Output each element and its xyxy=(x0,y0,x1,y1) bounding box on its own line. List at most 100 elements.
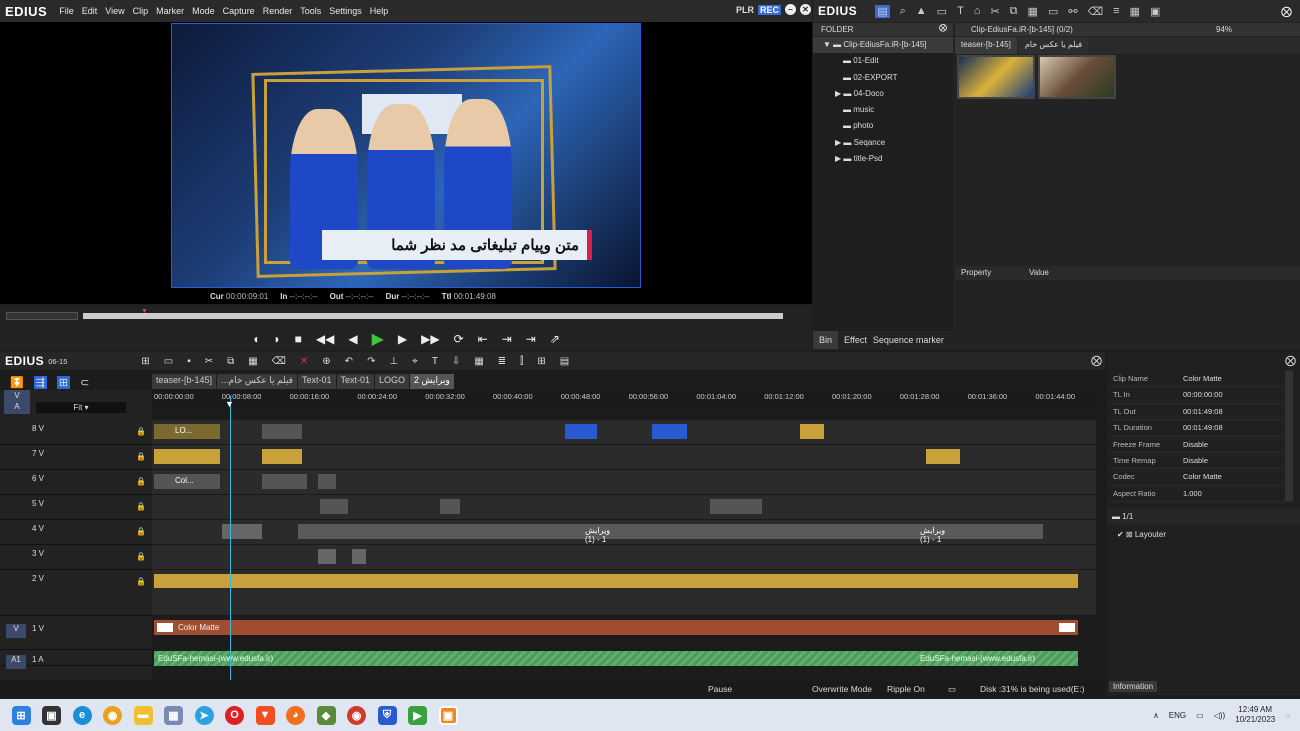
network-icon[interactable]: ▭ xyxy=(1196,711,1204,720)
play-icon[interactable]: ▶ xyxy=(372,329,384,349)
menu-view[interactable]: View xyxy=(101,6,128,16)
va-selector[interactable]: VA xyxy=(4,390,30,414)
audio-clip[interactable]: EduSFa-hemasi-(www.edusfa.ir) EduSFa-hem… xyxy=(154,651,1078,666)
track-header[interactable]: 2 V 🔒 xyxy=(0,570,152,616)
sequence-settings-icon[interactable]: ⊞ xyxy=(141,356,149,367)
timeline-clip[interactable] xyxy=(926,449,960,464)
cut-icon[interactable]: ✂ xyxy=(205,356,213,367)
menu-clip[interactable]: Clip xyxy=(129,6,153,16)
title-icon[interactable]: T xyxy=(957,5,964,17)
menu-edit[interactable]: Edit xyxy=(78,6,102,16)
timeline-clip[interactable] xyxy=(262,449,302,464)
lock-icon[interactable]: 🔒 xyxy=(136,552,146,561)
trash-icon[interactable]: ⌫ xyxy=(272,356,286,367)
step-forward-icon[interactable]: ▶ xyxy=(398,332,407,346)
opera-icon[interactable]: O xyxy=(225,705,244,725)
folder-item-root[interactable]: ▼ ▬ Clip-EdiusFa.iR-[b-145] xyxy=(813,37,953,54)
menu-file[interactable]: File xyxy=(55,6,78,16)
timeline-clip[interactable] xyxy=(262,424,302,439)
timeline-clip[interactable] xyxy=(440,499,460,514)
seq-tab[interactable]: teaser-[b-145] xyxy=(152,374,217,389)
track-header[interactable]: 5 V 🔒 xyxy=(0,495,152,520)
notification-icon[interactable]: ◌ xyxy=(1285,711,1290,720)
firefox-icon[interactable]: ◕ xyxy=(286,705,305,725)
copy-icon[interactable]: ⧉ xyxy=(227,356,234,367)
bin-close-icon[interactable]: ⨂ xyxy=(1281,5,1292,18)
delete-icon[interactable]: ⌫ xyxy=(1088,5,1104,18)
timeline-clip[interactable] xyxy=(800,424,824,439)
folder-item[interactable]: ▬ photo xyxy=(813,118,953,134)
bin-tab-raw[interactable]: فیلم یا عکس خام xyxy=(1018,37,1089,54)
plr-label[interactable]: PLR xyxy=(736,5,754,15)
track-header[interactable]: 7 V 🔒 xyxy=(0,445,152,470)
close-icon[interactable]: ✕ xyxy=(800,4,812,15)
menu-tools[interactable]: Tools xyxy=(296,6,325,16)
chrome-alt-icon[interactable]: ◉ xyxy=(347,705,366,725)
playhead-marker[interactable]: ▼ xyxy=(141,308,148,315)
add-icon[interactable]: ⊕ xyxy=(322,356,330,367)
open-folder-icon[interactable]: ▭ xyxy=(937,5,947,18)
folder-close-icon[interactable]: ⨂ xyxy=(939,23,947,32)
plr-rec-switch[interactable]: PLR REC – ✕ xyxy=(736,4,812,15)
prev-edit-icon[interactable]: ⇤ xyxy=(478,332,488,346)
status-ripple[interactable]: Ripple On xyxy=(887,684,925,694)
timeline-clip[interactable] xyxy=(262,474,307,489)
briefcase-icon[interactable]: ▣ xyxy=(1150,5,1160,18)
volume-icon[interactable]: ◁)) xyxy=(1214,711,1225,720)
chrome-icon[interactable]: ◉ xyxy=(103,705,122,725)
folder-item[interactable]: ▬ music xyxy=(813,102,953,118)
timeline-playhead[interactable] xyxy=(230,396,231,680)
tab-sequence-marker[interactable]: Sequence marker xyxy=(873,331,944,349)
copy-icon[interactable]: ⧉ xyxy=(1010,5,1018,18)
timeline-clip[interactable] xyxy=(318,549,336,564)
grid-view-icon[interactable]: ▦ xyxy=(1130,5,1140,18)
lock-icon[interactable]: 🔒 xyxy=(136,577,146,586)
info-close-icon[interactable]: ⨂ xyxy=(1285,354,1296,367)
export-icon[interactable]: ⇗ xyxy=(550,332,560,346)
menu-marker[interactable]: Marker xyxy=(152,6,188,16)
start-icon[interactable]: ⊞ xyxy=(11,705,31,725)
lock-icon[interactable]: 🔒 xyxy=(136,527,146,536)
up-icon[interactable]: ▲ xyxy=(916,5,927,17)
track-lane[interactable] xyxy=(152,495,1096,520)
minimize-icon[interactable]: – xyxy=(785,4,797,15)
folder-item[interactable]: ▶ ▬ 04-Doco xyxy=(813,86,953,102)
title-tool-icon[interactable]: T xyxy=(432,356,438,367)
monitor-icon[interactable]: ▭ xyxy=(1048,5,1058,18)
lock-icon[interactable]: 🔒 xyxy=(136,427,146,436)
set-in-icon[interactable]: ◖ xyxy=(252,332,259,346)
explorer-icon[interactable]: ▬ xyxy=(133,705,153,725)
tab-effect[interactable]: Effect xyxy=(844,331,867,349)
export-icon[interactable]: ⇩ xyxy=(452,356,460,367)
timeline-clip[interactable] xyxy=(318,474,336,489)
playhead-handle[interactable]: ▼ xyxy=(225,399,234,409)
timeline-clip[interactable] xyxy=(154,574,1078,588)
position-bar[interactable] xyxy=(83,313,783,319)
folder-item[interactable]: ▶ ▬ title-Psd xyxy=(813,151,953,167)
bin-tab-teaser[interactable]: teaser-[b-145] xyxy=(955,37,1017,54)
folder-item[interactable]: ▬ 01-Edit xyxy=(813,53,953,69)
next-edit-icon[interactable]: ⇥ xyxy=(502,332,512,346)
tab-information[interactable]: Information xyxy=(1109,681,1158,692)
edge-icon[interactable]: e xyxy=(72,705,92,725)
clip-thumbnail-1[interactable] xyxy=(957,55,1035,99)
stop-icon[interactable]: ■ xyxy=(295,332,302,346)
list-icon[interactable]: ≡ xyxy=(1113,5,1119,17)
language-indicator[interactable]: ENG xyxy=(1169,711,1186,720)
tab-bin[interactable]: Bin xyxy=(813,331,839,349)
undo-icon[interactable]: ↶ xyxy=(345,356,353,367)
insert-icon[interactable]: ⊥ xyxy=(389,356,398,367)
search-icon[interactable]: ⌕ xyxy=(900,5,906,18)
shuttle-slider[interactable] xyxy=(6,312,78,320)
lock-icon[interactable]: 🔒 xyxy=(136,452,146,461)
lock-icon[interactable]: 🔒 xyxy=(136,502,146,511)
folder-view-icon[interactable]: ▤ xyxy=(875,4,890,18)
layout-icon[interactable]: ▤ xyxy=(560,356,569,367)
media-icon[interactable]: ▶ xyxy=(408,705,427,725)
folder-item[interactable]: ▶ ▬ Seqance xyxy=(813,135,953,151)
folder-item[interactable]: ▬ 02-EXPORT xyxy=(813,70,953,86)
open-project-icon[interactable]: ▭ xyxy=(164,356,173,367)
set-out-icon[interactable]: ◗ xyxy=(273,332,280,346)
track-header[interactable]: 6 V 🔒 xyxy=(0,470,152,495)
timeline-clip[interactable] xyxy=(710,499,762,514)
